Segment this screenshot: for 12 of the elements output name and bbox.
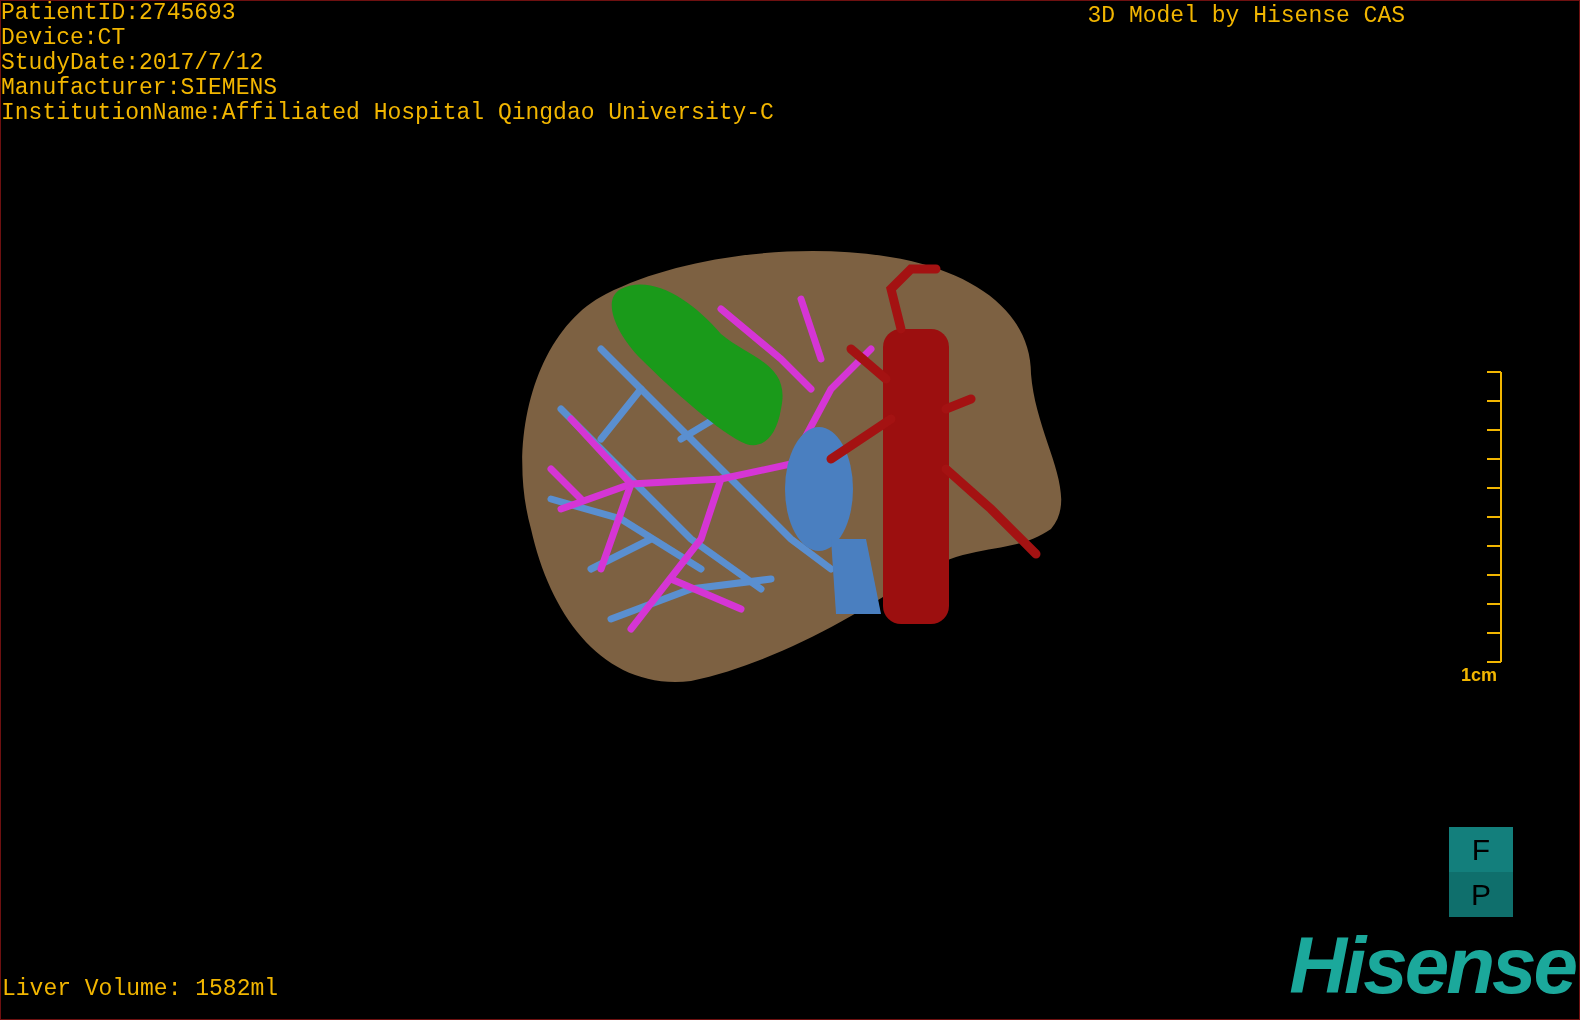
patient-info-text: Device:CT <box>1 26 127 51</box>
patient-info-text: PatientID:2745693 <box>1 1 237 26</box>
liver-volume-text: Liver Volume: 1582ml <box>2 977 279 1002</box>
orientation-cube[interactable]: F P <box>1449 827 1513 917</box>
patient-info-text: StudyDate:2017/7/12 <box>1 51 265 76</box>
patient-info-text: Manufacturer:SIEMENS <box>1 76 279 101</box>
logo: Hisense <box>1289 931 1575 1001</box>
patient-info-text: InstitutionName:Affiliated Hospital Qingdao University-C <box>1 101 774 126</box>
orientation-label: P <box>1449 872 1513 917</box>
orientation-label: F <box>1470 832 1492 868</box>
viewer-title: 3D Model by Hisense CAS <box>1087 4 1405 31</box>
scale-label: 1cm <box>1461 665 1497 685</box>
